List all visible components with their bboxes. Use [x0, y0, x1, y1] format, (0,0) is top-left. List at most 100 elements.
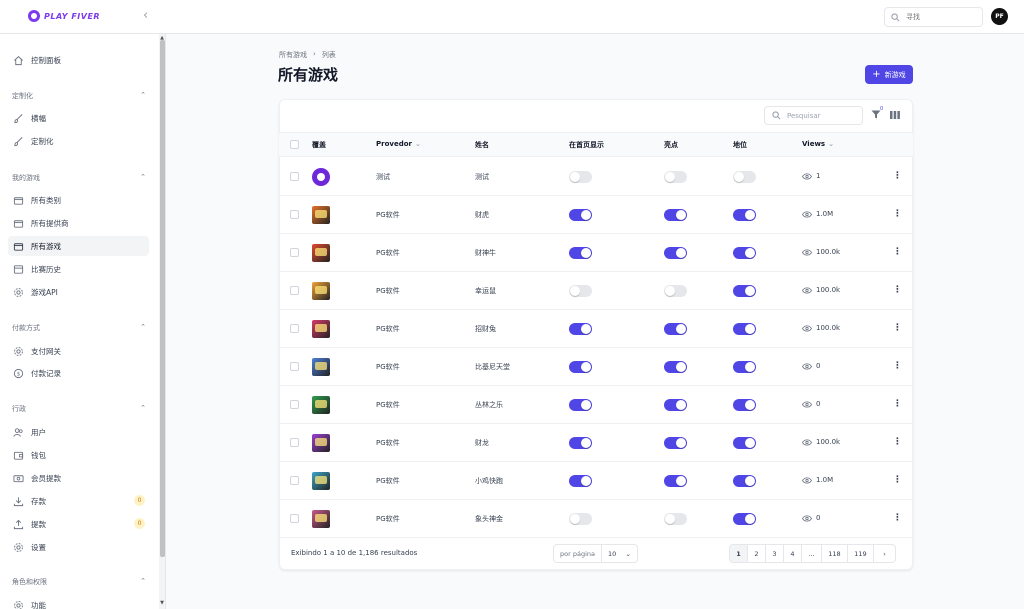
row-actions-menu-icon[interactable]: ⋮ — [893, 324, 902, 333]
toggle-show-home[interactable] — [569, 437, 592, 449]
row-actions-menu-icon[interactable]: ⋮ — [893, 210, 902, 219]
column-header-provider[interactable]: Provedor ⌄ — [376, 140, 421, 148]
sidebar-scroll-thumb[interactable] — [160, 40, 165, 557]
sidebar-item-payment-records[interactable]: $ 付款记录 — [8, 363, 149, 383]
row-checkbox[interactable] — [290, 172, 299, 181]
page-button[interactable]: 1 — [730, 545, 748, 562]
sidebar-group-roles[interactable]: 角色和权限 ⌃ — [12, 577, 146, 587]
row-checkbox[interactable] — [290, 324, 299, 333]
toggle-show-home[interactable] — [569, 475, 592, 487]
per-page-select[interactable]: por página 10 ⌄ — [553, 544, 638, 563]
toggle-status[interactable] — [733, 475, 756, 487]
toggle-status[interactable] — [733, 247, 756, 259]
toggle-show-home[interactable] — [569, 171, 592, 183]
toggle-highlight[interactable] — [664, 513, 687, 525]
toggle-highlight[interactable] — [664, 437, 687, 449]
toggle-status[interactable] — [733, 399, 756, 411]
toggle-show-home[interactable] — [569, 399, 592, 411]
row-actions-menu-icon[interactable]: ⋮ — [893, 400, 902, 409]
game-name-cell: 小鸡快跑 — [475, 477, 503, 485]
row-checkbox[interactable] — [290, 286, 299, 295]
page-button[interactable]: 2 — [748, 545, 766, 562]
new-game-button[interactable]: + 新游戏 — [865, 65, 913, 84]
columns-icon[interactable] — [890, 111, 900, 119]
toggle-status[interactable] — [733, 361, 756, 373]
toggle-show-home[interactable] — [569, 361, 592, 373]
game-name-cell: 丛林之乐 — [475, 401, 503, 409]
sidebar-item-wallets[interactable]: 钱包 — [8, 445, 149, 465]
filter-count-badge: 0 — [880, 106, 884, 112]
brand-logo[interactable]: PLAY FIVER — [28, 10, 100, 22]
toggle-highlight[interactable] — [664, 323, 687, 335]
sidebar-item-deposits[interactable]: 存款 — [8, 491, 149, 511]
sidebar-item-functions[interactable]: 功能 — [8, 595, 149, 609]
page-button[interactable]: 118 — [822, 545, 848, 562]
column-header-views[interactable]: Views ⌄ — [802, 140, 834, 148]
sidebar-item-affiliate-withdrawals[interactable]: 会员提款 — [8, 468, 149, 488]
sidebar-item-users[interactable]: 用户 — [8, 422, 149, 442]
collapse-sidebar-icon[interactable]: ‹ — [143, 9, 148, 23]
sidebar-group-admin[interactable]: 行政 ⌃ — [12, 404, 146, 414]
scroll-up-icon[interactable]: ▲ — [159, 35, 165, 41]
sidebar-group-customization[interactable]: 定制化 ⌃ — [12, 91, 146, 101]
row-checkbox[interactable] — [290, 514, 299, 523]
row-checkbox[interactable] — [290, 248, 299, 257]
row-checkbox[interactable] — [290, 400, 299, 409]
row-checkbox[interactable] — [290, 210, 299, 219]
sidebar-item-categories[interactable]: 所有类别 — [8, 190, 149, 210]
sidebar-group-payments[interactable]: 付款方式 ⌃ — [12, 323, 146, 333]
toggle-highlight[interactable] — [664, 285, 687, 297]
toggle-highlight[interactable] — [664, 475, 687, 487]
sidebar-item-match-history[interactable]: 比赛历史 — [8, 259, 149, 279]
toggle-status[interactable] — [733, 323, 756, 335]
sidebar-item-providers[interactable]: 所有提供商 — [8, 213, 149, 233]
page-button[interactable]: 119 — [848, 545, 874, 562]
row-actions-menu-icon[interactable]: ⋮ — [893, 438, 902, 447]
sidebar-item-customization[interactable]: 定制化 — [8, 131, 149, 151]
toggle-show-home[interactable] — [569, 323, 592, 335]
row-checkbox[interactable] — [290, 476, 299, 485]
select-all-checkbox[interactable] — [290, 140, 299, 149]
row-actions-menu-icon[interactable]: ⋮ — [893, 476, 902, 485]
toggle-show-home[interactable] — [569, 285, 592, 297]
sidebar-item-settings[interactable]: 设置 — [8, 537, 149, 557]
page-button[interactable]: 3 — [766, 545, 784, 562]
toggle-show-home[interactable] — [569, 247, 592, 259]
sidebar-item-banners[interactable]: 横幅 — [8, 108, 149, 128]
sidebar-group-my-games[interactable]: 我的游戏 ⌃ — [12, 173, 146, 183]
toggle-status[interactable] — [733, 209, 756, 221]
row-actions-menu-icon[interactable]: ⋮ — [893, 172, 902, 181]
global-search[interactable] — [884, 7, 983, 27]
sidebar-item-gateways[interactable]: 支付网关 — [8, 341, 149, 361]
toggle-status[interactable] — [733, 285, 756, 297]
toggle-highlight[interactable] — [664, 361, 687, 373]
toggle-status[interactable] — [733, 437, 756, 449]
user-avatar[interactable]: PF — [991, 8, 1008, 25]
sidebar-item-game-api[interactable]: 游戏API — [8, 282, 149, 302]
toggle-show-home[interactable] — [569, 209, 592, 221]
global-search-input[interactable] — [906, 13, 976, 21]
sidebar-item-withdrawals[interactable]: 提款 — [8, 514, 149, 534]
scroll-down-icon[interactable]: ▼ — [159, 600, 165, 606]
page-button[interactable]: 4 — [784, 545, 802, 562]
row-actions-menu-icon[interactable]: ⋮ — [893, 248, 902, 257]
toggle-highlight[interactable] — [664, 171, 687, 183]
table-search-placeholder[interactable]: Pesquisar — [787, 112, 821, 120]
row-checkbox[interactable] — [290, 438, 299, 447]
breadcrumb-link[interactable]: 所有游戏 — [279, 50, 307, 60]
next-page-button[interactable]: › — [874, 545, 895, 562]
toggle-highlight[interactable] — [664, 399, 687, 411]
row-actions-menu-icon[interactable]: ⋮ — [893, 286, 902, 295]
toggle-status[interactable] — [733, 513, 756, 525]
toggle-show-home[interactable] — [569, 513, 592, 525]
sidebar-item-dashboard[interactable]: 控制面板 — [8, 50, 149, 70]
toggle-highlight[interactable] — [664, 209, 687, 221]
table-search[interactable]: Pesquisar — [764, 106, 863, 125]
per-page-value[interactable]: 10 ⌄ — [602, 550, 637, 558]
toggle-highlight[interactable] — [664, 247, 687, 259]
row-actions-menu-icon[interactable]: ⋮ — [893, 514, 902, 523]
toggle-status[interactable] — [733, 171, 756, 183]
row-actions-menu-icon[interactable]: ⋮ — [893, 362, 902, 371]
row-checkbox[interactable] — [290, 362, 299, 371]
sidebar-item-all-games[interactable]: 所有游戏 — [8, 236, 149, 256]
